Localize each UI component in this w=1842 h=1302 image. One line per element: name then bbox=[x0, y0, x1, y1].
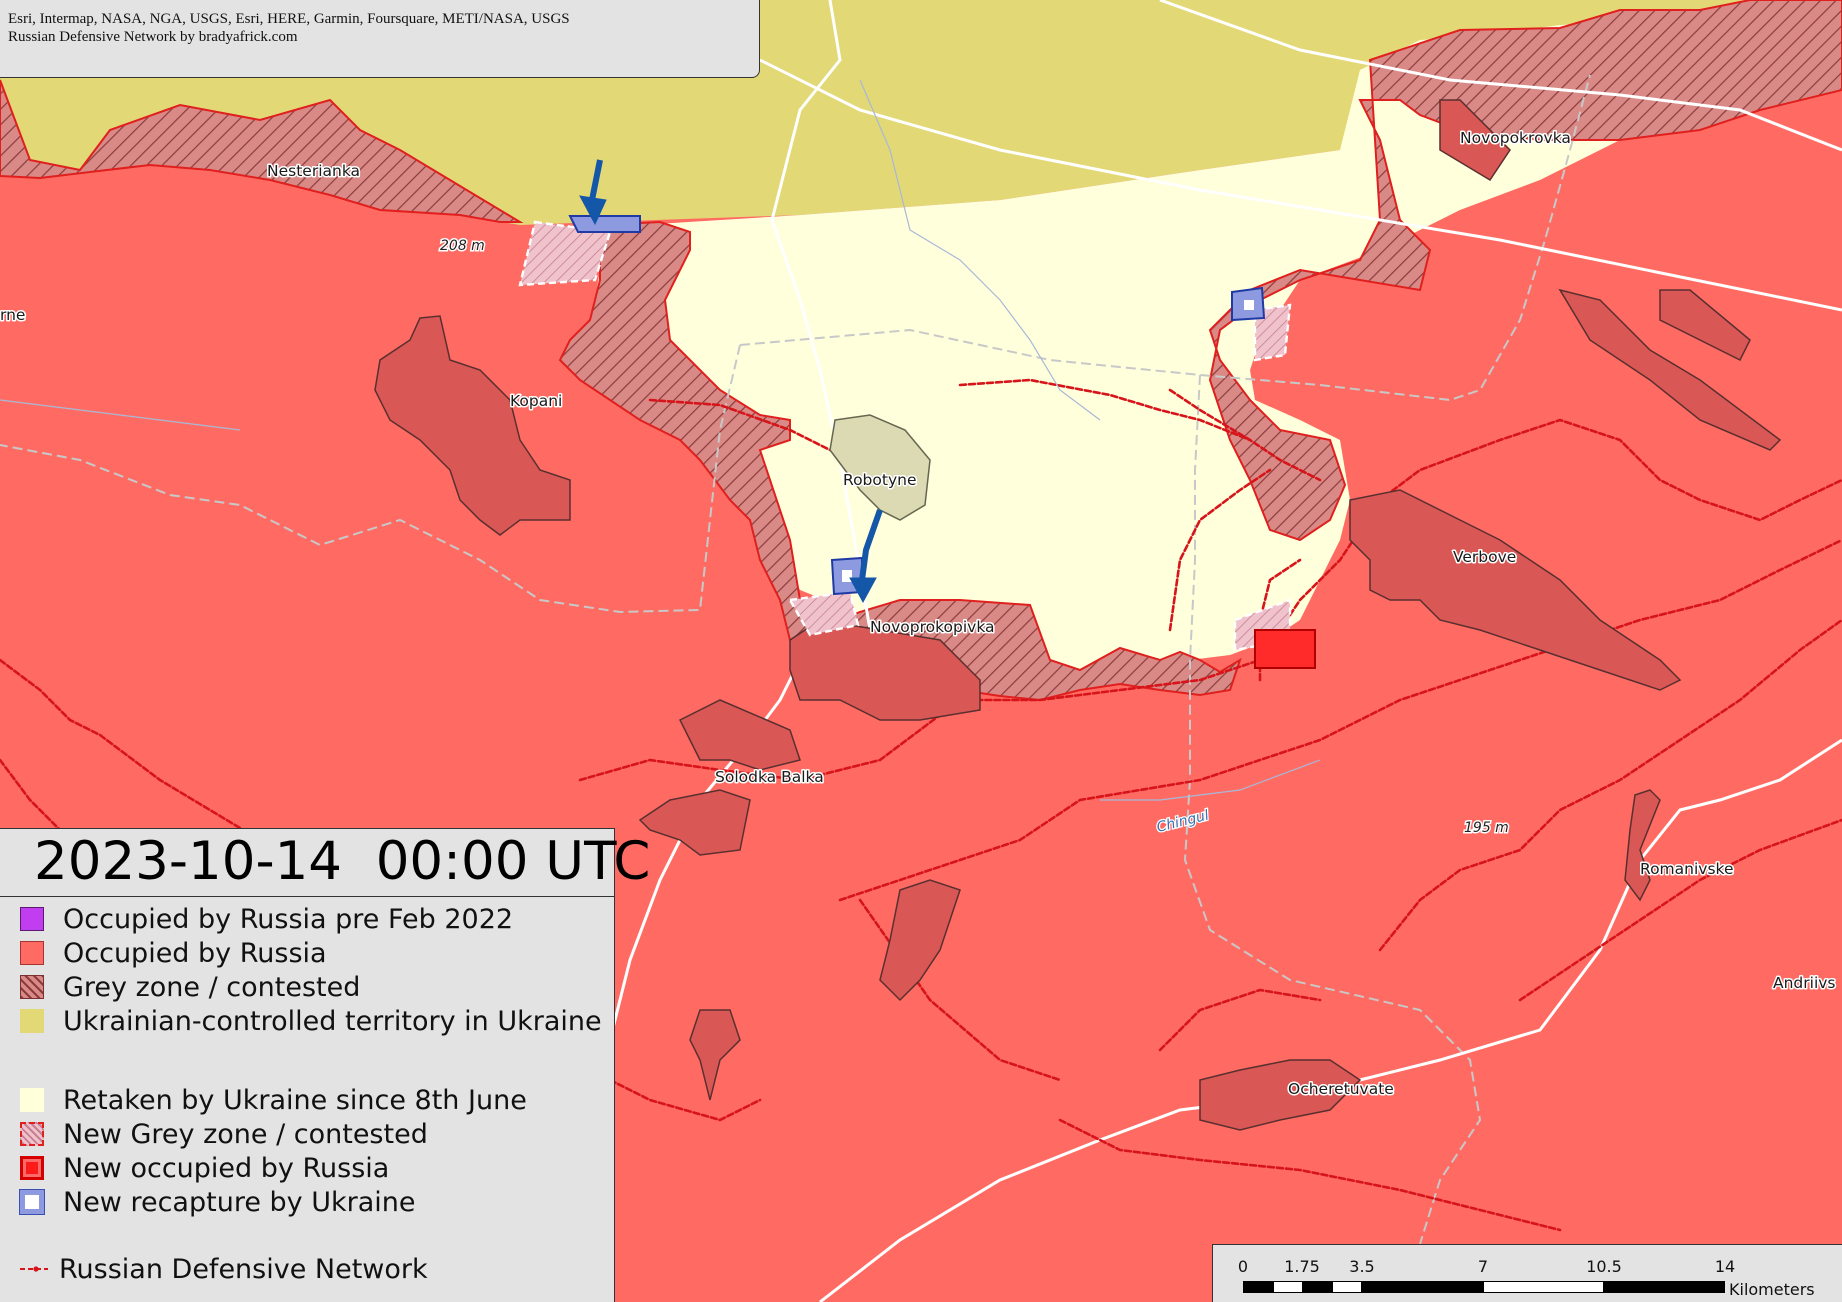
solid-swatch-icon bbox=[20, 941, 44, 965]
scale-unit: Kilometers bbox=[1729, 1280, 1815, 1299]
legend-item-occupied-pre-2022: Occupied by Russia pre Feb 2022 bbox=[20, 903, 513, 935]
scale-segment bbox=[1302, 1281, 1332, 1293]
label-robotyne: Robotyne bbox=[843, 471, 917, 489]
scale-tick: 1.75 bbox=[1284, 1257, 1320, 1276]
scale-segment bbox=[1332, 1281, 1362, 1293]
scale-segment bbox=[1483, 1281, 1604, 1293]
legend-date: 2023-10-14 00:00 UTC bbox=[0, 829, 650, 897]
label-nesterianka: Nesterianka bbox=[267, 162, 360, 180]
legend-item-grey-zone: Grey zone / contested bbox=[20, 971, 360, 1003]
dashed-hatched-swatch-icon bbox=[20, 1122, 44, 1146]
outlined-swatch-icon bbox=[20, 1156, 44, 1180]
legend-item-occupied: Occupied by Russia bbox=[20, 937, 327, 969]
scale-segment bbox=[1604, 1281, 1725, 1293]
elevation-208: 208 m bbox=[440, 238, 485, 254]
solid-swatch-icon bbox=[20, 1088, 44, 1112]
label-rne: rne bbox=[0, 306, 25, 324]
solid-swatch-icon bbox=[20, 907, 44, 931]
legend-item-ukraine-controlled: Ukrainian-controlled territory in Ukrain… bbox=[20, 1005, 602, 1037]
scale-segment bbox=[1273, 1281, 1303, 1293]
label-romanivske: Romanivske bbox=[1640, 860, 1734, 878]
scale-tick: 10.5 bbox=[1586, 1257, 1622, 1276]
scale-tick: 14 bbox=[1714, 1257, 1736, 1276]
label-verbove: Verbove bbox=[1453, 548, 1516, 566]
attribution-line-2: Russian Defensive Network by bradyafrick… bbox=[8, 29, 298, 45]
legend-item-defensive-network: Russian Defensive Network bbox=[20, 1253, 428, 1285]
legend-item-new-grey-zone: New Grey zone / contested bbox=[20, 1118, 428, 1150]
hatched-swatch-icon bbox=[20, 975, 44, 999]
map-legend: 2023-10-14 00:00 UTC Occupied by Russia … bbox=[0, 828, 650, 1302]
new-occupied-area bbox=[1254, 629, 1316, 669]
label-andriivs: Andriivs bbox=[1773, 974, 1836, 992]
legend-item-retaken: Retaken by Ukraine since 8th June bbox=[20, 1084, 527, 1116]
scale-tick: 0 bbox=[1237, 1257, 1249, 1276]
label-novoprokopivka: Novoprokopivka bbox=[870, 618, 995, 636]
scale-tick: 7 bbox=[1477, 1257, 1489, 1276]
label-kopani: Kopani bbox=[510, 392, 562, 410]
scale-bar: 0 1.75 3.5 7 10.5 14 Kilometers bbox=[1212, 1244, 1842, 1302]
dotted-line-swatch-icon bbox=[20, 1266, 48, 1272]
attribution-box: Esri, Intermap, NASA, NGA, USGS, Esri, H… bbox=[0, 0, 760, 78]
legend-item-new-occupied: New occupied by Russia bbox=[20, 1152, 389, 1184]
label-solodka-balka: Solodka Balka bbox=[715, 768, 824, 786]
attribution-line-1: Esri, Intermap, NASA, NGA, USGS, Esri, H… bbox=[8, 11, 570, 27]
scale-tick: 3.5 bbox=[1349, 1257, 1375, 1276]
label-novopokrovka: Novopokrovka bbox=[1460, 129, 1571, 147]
solid-swatch-icon bbox=[20, 1009, 44, 1033]
scale-segment bbox=[1362, 1281, 1483, 1293]
label-ocheretuvate: Ocheretuvate bbox=[1288, 1080, 1394, 1098]
outlined-swatch-icon bbox=[19, 1189, 45, 1215]
legend-item-new-recapture: New recapture by Ukraine bbox=[19, 1186, 416, 1218]
scale-segment bbox=[1243, 1281, 1273, 1293]
elevation-195: 195 m bbox=[1464, 820, 1509, 836]
